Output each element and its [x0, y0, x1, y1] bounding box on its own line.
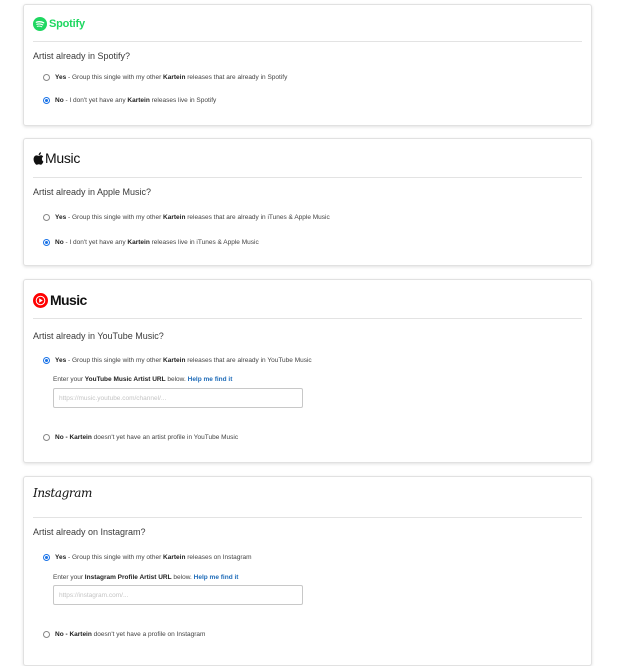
help-me-find-it-link[interactable]: Help me find it	[194, 574, 239, 581]
spotify-no-option[interactable]: No - I don't yet have any Kartein releas…	[43, 97, 216, 104]
instagram-yes-radio[interactable]	[43, 554, 50, 561]
youtube-music-url-input[interactable]	[53, 388, 303, 408]
instagram-yes-label: Yes - Group this single with my other Ka…	[55, 554, 252, 561]
apple-music-yes-option[interactable]: Yes - Group this single with my other Ka…	[43, 214, 330, 221]
youtube-music-card: Music Artist already in YouTube Music? Y…	[23, 279, 592, 463]
youtube-music-url-hint: Enter your YouTube Music Artist URL belo…	[53, 376, 233, 383]
spotify-no-radio[interactable]	[43, 97, 50, 104]
spotify-question: Artist already in Spotify?	[33, 51, 131, 61]
instagram-url-hint: Enter your Instagram Profile Artist URL …	[53, 574, 239, 581]
divider	[33, 177, 582, 178]
instagram-url-input[interactable]	[53, 585, 303, 605]
apple-music-no-label: No - I don't yet have any Kartein releas…	[55, 239, 259, 246]
help-me-find-it-link[interactable]: Help me find it	[188, 376, 233, 383]
apple-music-logo: Music	[33, 150, 80, 166]
youtube-music-logo: Music	[33, 292, 87, 308]
instagram-no-label: No - Kartein doesn't yet have a profile …	[55, 631, 206, 638]
apple-icon	[33, 151, 44, 165]
spotify-yes-label: Yes - Group this single with my other Ka…	[55, 74, 288, 81]
spotify-icon	[33, 17, 47, 31]
instagram-logo: Instagram	[33, 486, 92, 500]
youtube-music-no-radio[interactable]	[43, 434, 50, 441]
instagram-no-radio[interactable]	[43, 631, 50, 638]
spotify-yes-option[interactable]: Yes - Group this single with my other Ka…	[43, 74, 287, 81]
instagram-wordmark: Instagram	[33, 486, 92, 500]
apple-music-card: Music Artist already in Apple Music? Yes…	[23, 138, 592, 266]
divider	[33, 517, 582, 518]
divider	[33, 41, 582, 42]
spotify-no-label: No - I don't yet have any Kartein releas…	[55, 97, 217, 104]
instagram-question: Artist already on Instagram?	[33, 527, 146, 537]
youtube-music-no-option[interactable]: No - Kartein doesn't yet have an artist …	[43, 434, 238, 441]
apple-music-yes-label: Yes - Group this single with my other Ka…	[55, 214, 330, 221]
youtube-music-wordmark: Music	[50, 292, 87, 308]
youtube-music-no-label: No - Kartein doesn't yet have an artist …	[55, 434, 239, 441]
youtube-music-yes-label: Yes - Group this single with my other Ka…	[55, 357, 312, 364]
apple-music-yes-radio[interactable]	[43, 214, 50, 221]
spotify-yes-radio[interactable]	[43, 74, 50, 81]
youtube-music-question: Artist already in YouTube Music?	[33, 331, 164, 341]
apple-music-wordmark: Music	[45, 150, 81, 166]
apple-music-no-radio[interactable]	[43, 239, 50, 246]
apple-music-question: Artist already in Apple Music?	[33, 187, 152, 197]
instagram-no-option[interactable]: No - Kartein doesn't yet have a profile …	[43, 631, 205, 638]
spotify-wordmark: Spotify	[49, 18, 85, 30]
instagram-yes-option[interactable]: Yes - Group this single with my other Ka…	[43, 554, 252, 561]
youtube-music-yes-option[interactable]: Yes - Group this single with my other Ka…	[43, 357, 312, 364]
spotify-logo: Spotify	[33, 17, 85, 31]
spotify-card: Spotify Artist already in Spotify? Yes -…	[23, 4, 592, 126]
divider	[33, 318, 582, 319]
apple-music-no-option[interactable]: No - I don't yet have any Kartein releas…	[43, 239, 259, 246]
instagram-card: Instagram Artist already on Instagram? Y…	[23, 476, 592, 666]
youtube-music-icon	[33, 292, 48, 308]
youtube-music-yes-radio[interactable]	[43, 357, 50, 364]
